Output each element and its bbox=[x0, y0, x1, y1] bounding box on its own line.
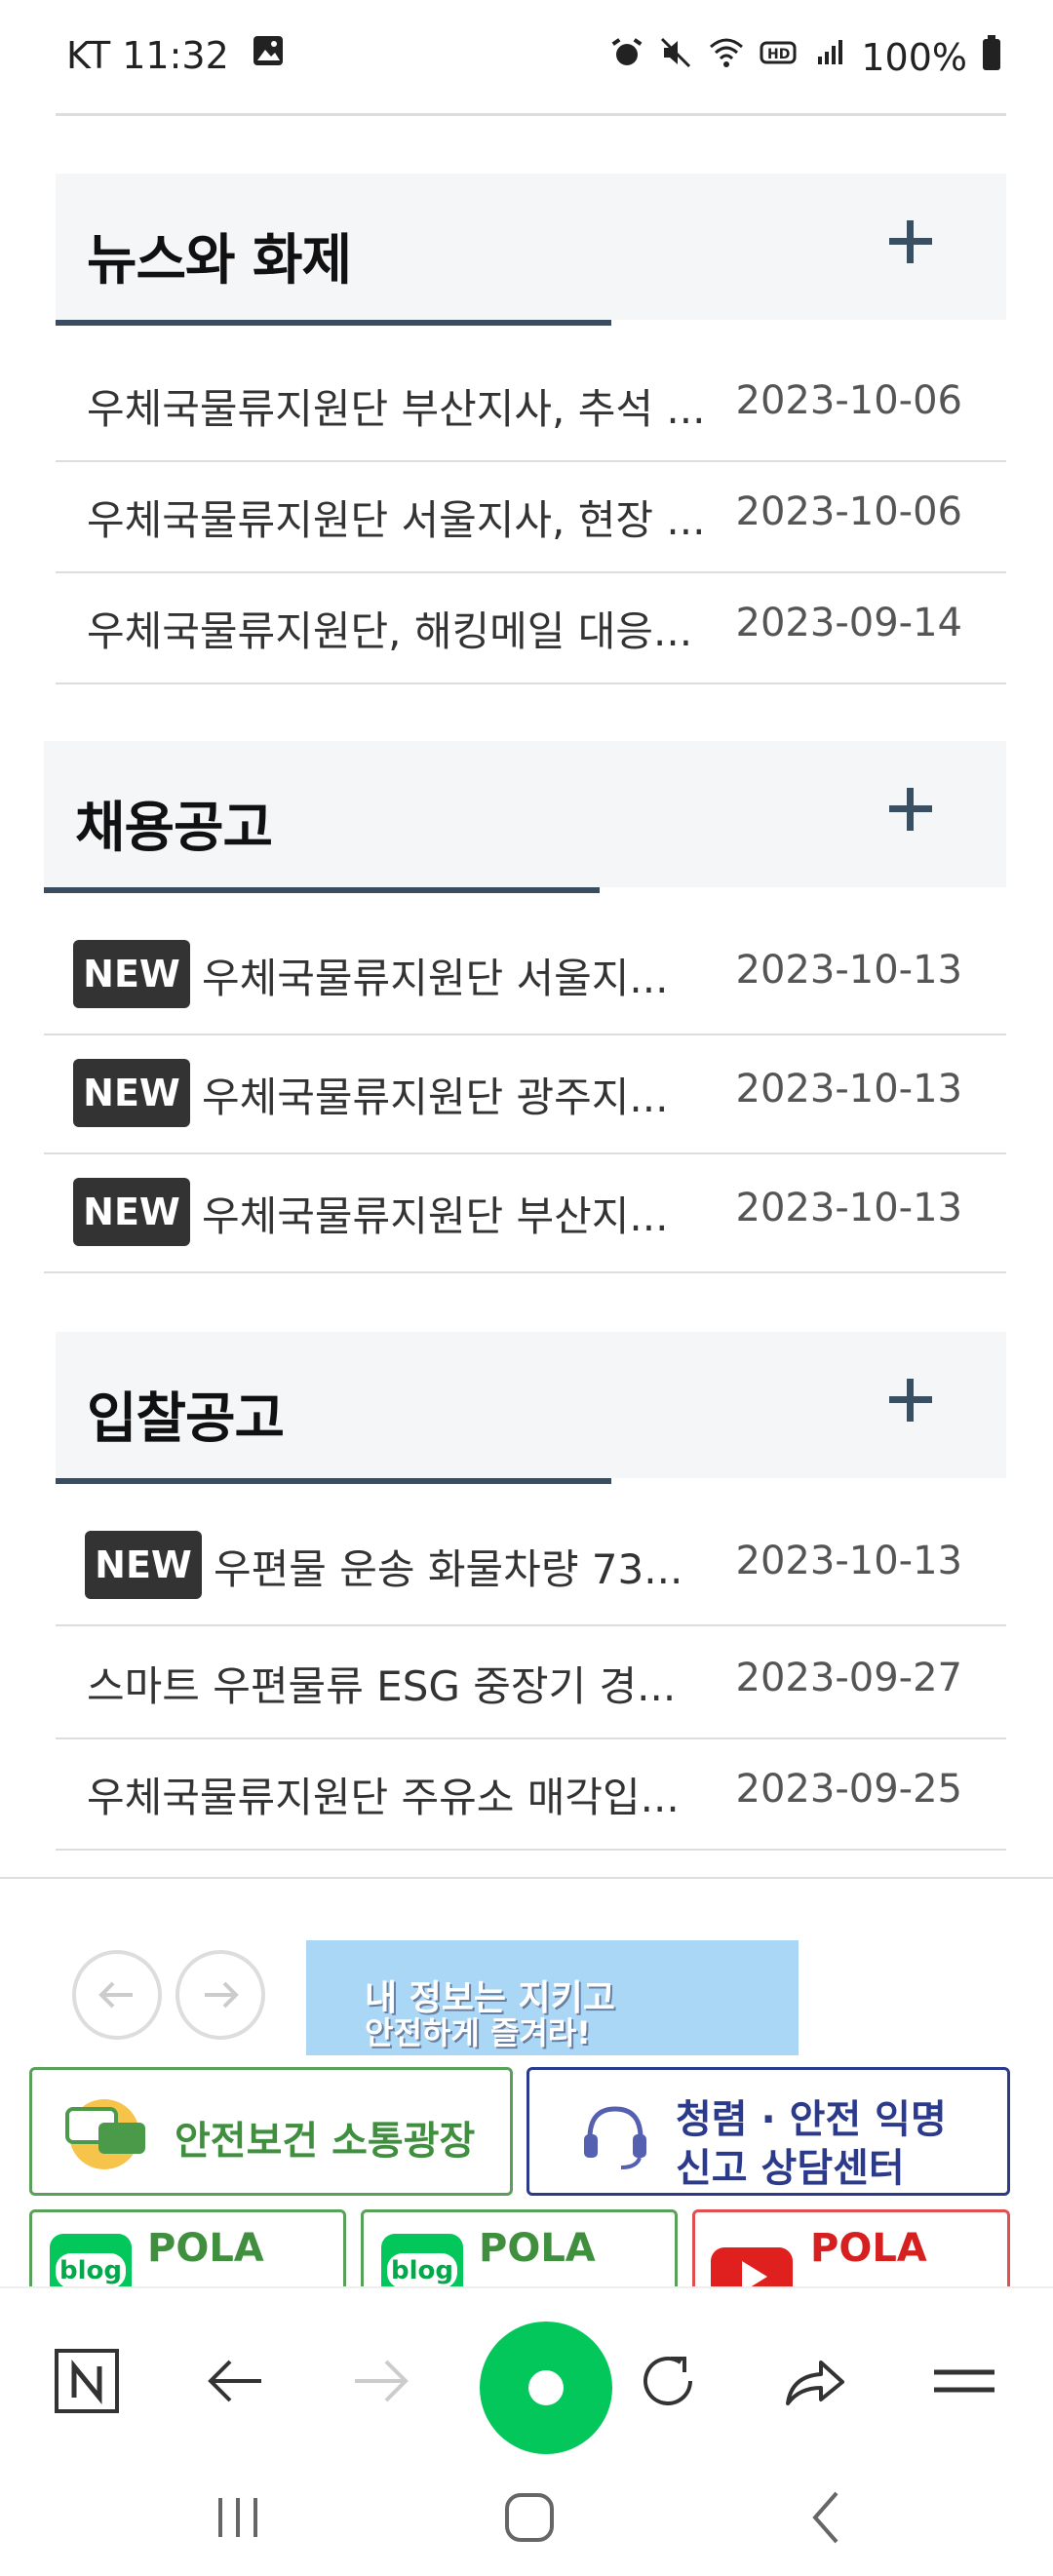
home-icon[interactable] bbox=[495, 2474, 564, 2561]
naver-home-icon[interactable] bbox=[43, 2337, 131, 2425]
bid-section-underline bbox=[56, 1478, 611, 1484]
news-row-title[interactable]: 우체국물류지원단 부산지사, 추석 ... bbox=[87, 376, 799, 436]
status-time: KT 11:32 bbox=[66, 33, 229, 77]
signal-icon bbox=[812, 35, 847, 79]
mute-icon bbox=[658, 35, 693, 79]
recruit-row-title[interactable]: 우체국물류지원단 광주지... bbox=[202, 1065, 748, 1124]
recruit-more-plus-icon[interactable] bbox=[872, 770, 950, 848]
svg-text:HD: HD bbox=[767, 47, 790, 62]
bid-row[interactable]: 우체국물류지원단 주유소 매각입... 2023-09-25 bbox=[56, 1737, 1006, 1851]
back-arrow-icon[interactable] bbox=[191, 2337, 279, 2425]
news-row[interactable]: 우체국물류지원단, 해킹메일 대응... 2023-09-14 bbox=[56, 571, 1006, 684]
naver-green-dot-button[interactable] bbox=[478, 2320, 614, 2456]
menu-icon[interactable] bbox=[920, 2337, 1008, 2425]
hd-icon: HD bbox=[760, 35, 799, 79]
recruit-row-date: 2023-10-13 bbox=[735, 948, 962, 993]
bid-section-title: 입찰공고 bbox=[87, 1387, 285, 1451]
news-row[interactable]: 우체국물류지원단 서울지사, 현장 ... 2023-10-06 bbox=[56, 460, 1006, 573]
bid-row-date: 2023-09-25 bbox=[735, 1767, 962, 1812]
wifi-icon bbox=[707, 35, 746, 79]
news-row-title[interactable]: 우체국물류지원단 서울지사, 현장 ... bbox=[87, 488, 799, 547]
news-row-date: 2023-10-06 bbox=[735, 378, 962, 423]
banner-line2: 안전하게 즐겨라! bbox=[365, 2014, 591, 2051]
refresh-icon[interactable] bbox=[624, 2337, 712, 2425]
browser-toolbar bbox=[0, 2286, 1053, 2576]
recruit-row-date: 2023-10-13 bbox=[735, 1067, 962, 1112]
report-center-button[interactable]: 청렴 · 안전 익명 신고 상담센터 bbox=[526, 2067, 1010, 2196]
recent-apps-icon[interactable] bbox=[209, 2474, 267, 2561]
forward-arrow-icon bbox=[337, 2337, 425, 2425]
recruit-row-title[interactable]: 우체국물류지원단 부산지... bbox=[202, 1184, 748, 1243]
news-row-date: 2023-09-14 bbox=[735, 601, 962, 645]
news-row-title[interactable]: 우체국물류지원단, 해킹메일 대응... bbox=[87, 599, 799, 658]
bid-row-title[interactable]: 스마트 우편물류 ESG 중장기 경... bbox=[87, 1654, 799, 1713]
chat-bubble-icon bbox=[61, 2093, 155, 2179]
battery-level: 100% bbox=[861, 35, 967, 79]
bid-row[interactable]: NEW 우편물 운송 화물차량 73... 2023-10-13 bbox=[56, 1507, 1006, 1626]
recruit-row-date: 2023-10-13 bbox=[735, 1186, 962, 1230]
arrow-right-icon bbox=[205, 1981, 239, 2009]
recruit-section-title: 채용공고 bbox=[75, 797, 273, 860]
pola-blog-2-label: POLA bbox=[479, 2226, 596, 2271]
bid-row[interactable]: 스마트 우편물류 ESG 중장기 경... 2023-09-27 bbox=[56, 1626, 1006, 1739]
recruit-section-header: 채용공고 bbox=[44, 741, 1006, 887]
bid-more-plus-icon[interactable] bbox=[872, 1361, 950, 1439]
news-section-title: 뉴스와 화제 bbox=[87, 229, 352, 293]
alarm-icon bbox=[609, 35, 644, 79]
safety-comm-button[interactable]: 안전보건 소통광장 bbox=[29, 2067, 513, 2196]
share-arrow-icon[interactable] bbox=[770, 2337, 858, 2425]
bid-row-title[interactable]: 우편물 운송 화물차량 73... bbox=[214, 1537, 760, 1596]
bid-row-date: 2023-09-27 bbox=[735, 1656, 962, 1700]
news-section-underline bbox=[56, 320, 611, 326]
recruit-row[interactable]: NEW 우체국물류지원단 광주지... 2023-10-13 bbox=[44, 1035, 1006, 1154]
bid-section-header: 입찰공고 bbox=[56, 1332, 1006, 1478]
privacy-banner[interactable]: 내 정보는 지키고 안전하게 즐겨라! bbox=[306, 1940, 799, 2055]
banner-prev-button[interactable] bbox=[72, 1950, 162, 2040]
top-divider bbox=[56, 113, 1006, 116]
headset-icon bbox=[578, 2099, 652, 2177]
recruit-section-underline bbox=[44, 887, 600, 893]
image-notification-icon bbox=[251, 33, 286, 77]
banner-next-button[interactable] bbox=[176, 1950, 265, 2040]
blog-tag: blog bbox=[387, 2253, 457, 2288]
news-row[interactable]: 우체국물류지원단 부산지사, 추석 ... 2023-10-06 bbox=[56, 349, 1006, 462]
report-center-label-2: 신고 상담센터 bbox=[676, 2146, 905, 2191]
pola-blog-1-label: POLA bbox=[147, 2226, 264, 2271]
recruit-row[interactable]: NEW 우체국물류지원단 부산지... 2023-10-13 bbox=[44, 1154, 1006, 1273]
new-badge: NEW bbox=[85, 1531, 202, 1599]
battery-icon bbox=[981, 33, 1002, 81]
new-badge: NEW bbox=[73, 1178, 190, 1246]
safety-comm-label: 안전보건 소통광장 bbox=[175, 2119, 476, 2164]
recruit-row[interactable]: NEW 우체국물류지원단 서울지... 2023-10-13 bbox=[44, 917, 1006, 1035]
news-row-date: 2023-10-06 bbox=[735, 489, 962, 534]
pola-youtube-label: POLA bbox=[810, 2226, 927, 2271]
news-section-header: 뉴스와 화제 bbox=[56, 174, 1006, 320]
news-more-plus-icon[interactable] bbox=[872, 203, 950, 281]
blog-tag: blog bbox=[56, 2253, 126, 2288]
footer-divider bbox=[0, 1877, 1053, 1879]
bid-row-title[interactable]: 우체국물류지원단 주유소 매각입... bbox=[87, 1765, 799, 1824]
system-back-icon[interactable] bbox=[798, 2474, 856, 2561]
arrow-left-icon bbox=[98, 1981, 133, 2009]
new-badge: NEW bbox=[73, 1059, 190, 1127]
new-badge: NEW bbox=[73, 940, 190, 1008]
bid-row-date: 2023-10-13 bbox=[735, 1539, 962, 1583]
recruit-row-title[interactable]: 우체국물류지원단 서울지... bbox=[202, 946, 748, 1005]
status-bar: KT 11:32 HD 100% bbox=[0, 0, 1053, 113]
